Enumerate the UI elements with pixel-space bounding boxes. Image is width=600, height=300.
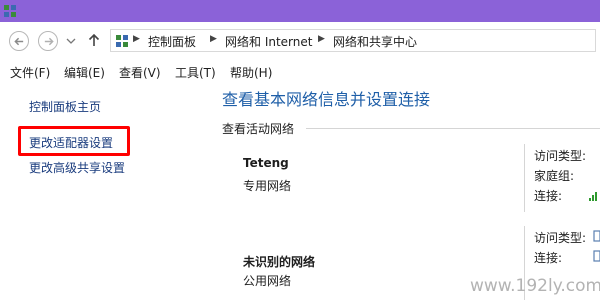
homegroup-label: 家庭组: [534, 169, 575, 183]
navigation-bar: ▶ 控制面板 ▶ 网络和 Internet ▶ 网络和共享中心 [0, 22, 600, 60]
change-advanced-sharing-link[interactable]: 更改高级共享设置 [29, 159, 125, 176]
breadcrumb-network-sharing-center[interactable]: 网络和共享中心 [333, 33, 417, 50]
forward-arrow-icon [44, 37, 54, 45]
connection-icon[interactable] [593, 250, 600, 262]
breadcrumb-chevron-icon[interactable]: ▶ [210, 34, 217, 44]
task-pane: 控制面板主页 更改适配器设置 更改高级共享设置 [0, 82, 205, 300]
change-adapter-settings-link[interactable]: 更改适配器设置 [29, 134, 113, 151]
connection-label: 连接: [534, 251, 563, 265]
network-type: 专用网络 [243, 179, 292, 193]
breadcrumb-chevron-icon[interactable]: ▶ [133, 34, 140, 44]
menu-edit[interactable]: 编辑(E) [64, 64, 105, 81]
page-title: 查看基本网络信息并设置连接 [222, 90, 431, 109]
section-divider [306, 128, 600, 129]
history-dropdown-icon[interactable] [66, 36, 76, 46]
address-bar[interactable]: ▶ 控制面板 ▶ 网络和 Internet ▶ 网络和共享中心 [110, 29, 596, 52]
menu-bar: 文件(F) 编辑(E) 查看(V) 工具(T) 帮助(H) [0, 60, 600, 82]
back-button[interactable] [9, 31, 29, 51]
watermark: www.192ly.com [470, 276, 600, 296]
breadcrumb-control-panel[interactable]: 控制面板 [148, 33, 196, 50]
breadcrumb-network-internet[interactable]: 网络和 Internet [225, 33, 312, 50]
access-type-label: 访问类型: [534, 149, 587, 163]
up-arrow-icon[interactable] [88, 33, 100, 47]
network-name: 未识别的网络 [243, 255, 316, 269]
breadcrumb-chevron-icon[interactable]: ▶ [318, 34, 325, 44]
network-window-icon [4, 5, 16, 17]
network-name: Teteng [243, 156, 289, 170]
forward-button[interactable] [38, 31, 58, 51]
menu-file[interactable]: 文件(F) [10, 64, 50, 81]
network-divider [524, 144, 525, 212]
connection-icon [593, 230, 600, 242]
access-type-label: 访问类型: [534, 231, 587, 245]
menu-tools[interactable]: 工具(T) [175, 64, 216, 81]
signal-bars-icon[interactable] [589, 189, 599, 201]
menu-help[interactable]: 帮助(H) [230, 64, 272, 81]
back-arrow-icon [13, 37, 23, 45]
window-title-bar [0, 0, 600, 22]
section-label: 查看活动网络 [222, 122, 295, 136]
control-panel-icon [116, 35, 128, 47]
connection-label: 连接: [534, 189, 563, 203]
network-type: 公用网络 [243, 274, 292, 288]
control-panel-home-link[interactable]: 控制面板主页 [29, 98, 101, 115]
menu-view[interactable]: 查看(V) [119, 64, 161, 81]
